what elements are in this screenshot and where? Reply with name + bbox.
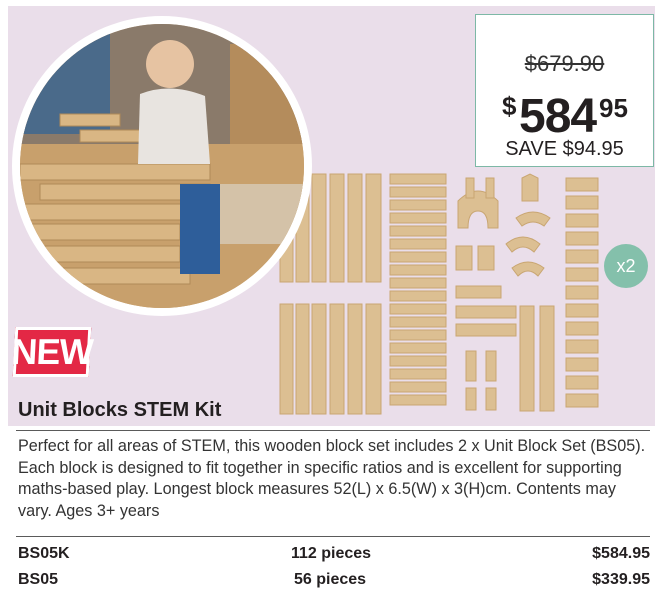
product-description: Perfect for all areas of STEM, this wood… (18, 437, 646, 520)
variant-row: BS05K 112 pieces $584.95 (18, 545, 650, 567)
sale-price-cents: 95 (599, 93, 628, 123)
variant-quantity: 56 pieces (294, 571, 367, 588)
photo-content (20, 24, 304, 308)
sale-price-dollars: 584 (519, 90, 597, 143)
variant-quantity: 112 pieces (291, 545, 372, 562)
child-playing-photo (12, 16, 312, 316)
product-title: Unit Blocks STEM Kit (18, 399, 222, 421)
quantity-badge: x2 (604, 244, 648, 288)
price-box: $679.90 $ 584 95 SAVE $94.95 (475, 14, 654, 167)
product-card: $679.90 $ 584 95 SAVE $94.95 x2 NEW Unit… (0, 0, 659, 599)
variant-code: BS05 (18, 571, 59, 588)
variant-price: $584.95 (592, 545, 650, 562)
original-price: $679.90 (524, 51, 605, 76)
divider (16, 430, 650, 432)
currency-symbol: $ (502, 91, 517, 121)
savings-text: SAVE $94.95 (505, 138, 624, 160)
variant-code: BS05K (18, 545, 70, 562)
sale-price: $ 584 95 (476, 81, 653, 143)
divider (16, 536, 650, 538)
variant-row: BS05 56 pieces $339.95 (18, 571, 650, 593)
new-badge: NEW (10, 327, 94, 377)
variant-price: $339.95 (592, 571, 650, 588)
